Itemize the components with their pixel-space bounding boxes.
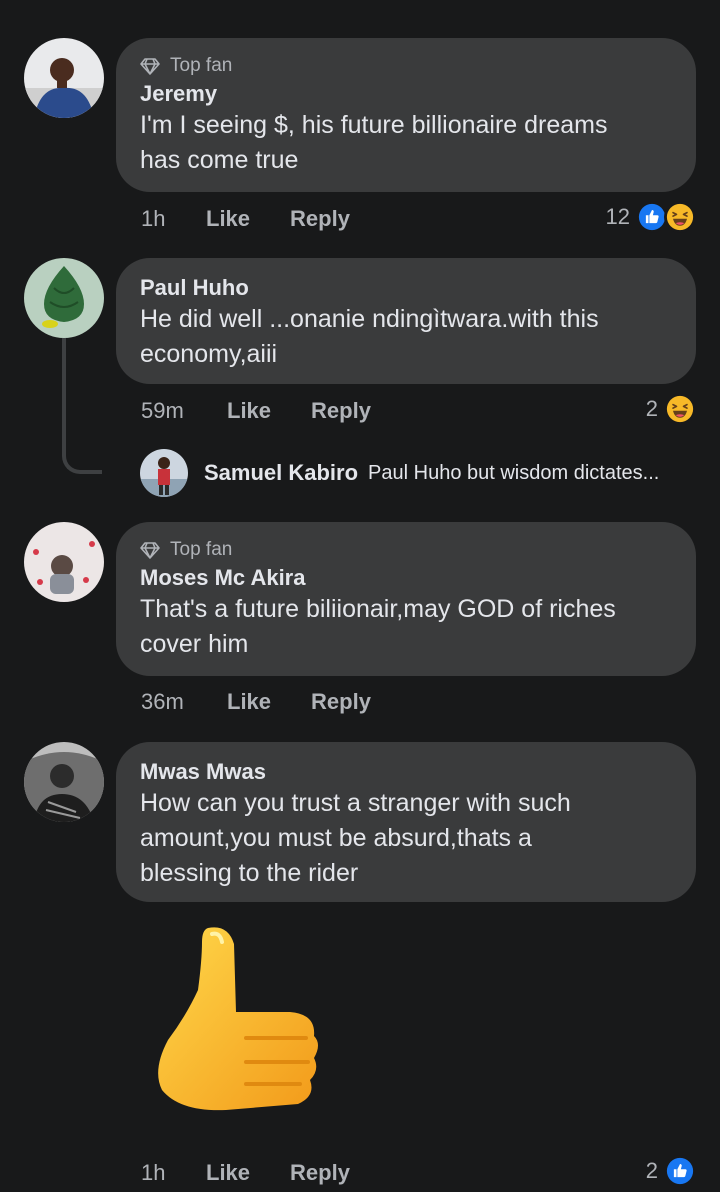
avatar-mwas-mwas[interactable] [24,742,104,822]
comment-time[interactable]: 1h [141,206,206,232]
reaction-summary[interactable]: 2 [646,392,696,426]
comment-actions: 1h Like Reply [141,204,350,234]
like-button[interactable]: Like [206,1160,250,1186]
comment-time[interactable]: 59m [141,398,227,424]
comment-bubble: Paul Huho He did well ...onanie ndingìtw… [116,258,696,384]
haha-icon [664,201,696,233]
like-button[interactable]: Like [227,689,271,715]
comment-author[interactable]: Paul Huho [140,274,672,302]
comment-bubble: Top fan Jeremy I'm I seeing $, his futur… [116,38,696,192]
comment-bubble: Mwas Mwas How can you trust a stranger w… [116,742,696,902]
comment-author[interactable]: Mwas Mwas [140,758,672,786]
haha-icon [664,393,696,425]
avatar-paul-huho[interactable] [24,258,104,338]
avatar-moses-mc-akira[interactable] [24,522,104,602]
comment-bubble: Top fan Moses Mc Akira That's a future b… [116,522,696,676]
comment-time[interactable]: 36m [141,689,227,715]
comment-actions: 1h Like Reply [141,1158,350,1188]
comment-actions: 36m Like Reply [141,687,371,717]
comment-actions: 59m Like Reply [141,396,371,426]
reaction-count: 12 [605,204,630,229]
reaction-summary[interactable]: 12 [606,200,696,234]
reaction-summary[interactable]: 2 [646,1154,696,1188]
avatar-samuel-kabiro[interactable] [140,449,188,497]
top-fan-label: Top fan [170,539,233,560]
avatar-jeremy[interactable] [24,38,104,118]
reply-button[interactable]: Reply [290,206,350,232]
reply-author[interactable]: Samuel Kabiro [204,460,358,486]
reply-preview[interactable]: Samuel Kabiro Paul Huho but wisdom dicta… [140,449,659,497]
thumbs-up-sticker [158,927,318,1111]
top-fan-label: Top fan [170,55,233,76]
comment-text: That's a future biliionair,may GOD of ri… [140,595,616,658]
reply-button[interactable]: Reply [290,1160,350,1186]
like-button[interactable]: Like [206,206,250,232]
top-fan-badge: Top fan [140,54,672,78]
reaction-count: 2 [645,396,658,421]
reaction-count: 2 [645,1158,658,1183]
comment-text: How can you trust a stranger with such a… [140,789,571,887]
reply-button[interactable]: Reply [311,398,371,424]
comment-author[interactable]: Jeremy [140,80,672,108]
comment-text: He did well ...onanie ndingìtwara.with t… [140,305,599,368]
like-button[interactable]: Like [227,398,271,424]
diamond-icon [140,58,160,75]
diamond-icon [140,542,160,559]
reply-text: Paul Huho but wisdom dictates... [368,461,660,484]
top-fan-badge: Top fan [140,538,672,562]
like-icon [664,1155,696,1187]
comment-author[interactable]: Moses Mc Akira [140,564,672,592]
comment-text: I'm I seeing $, his future billionaire d… [140,111,608,174]
comment-time[interactable]: 1h [141,1160,206,1186]
reply-button[interactable]: Reply [311,689,371,715]
reply-thread-line [62,338,102,474]
